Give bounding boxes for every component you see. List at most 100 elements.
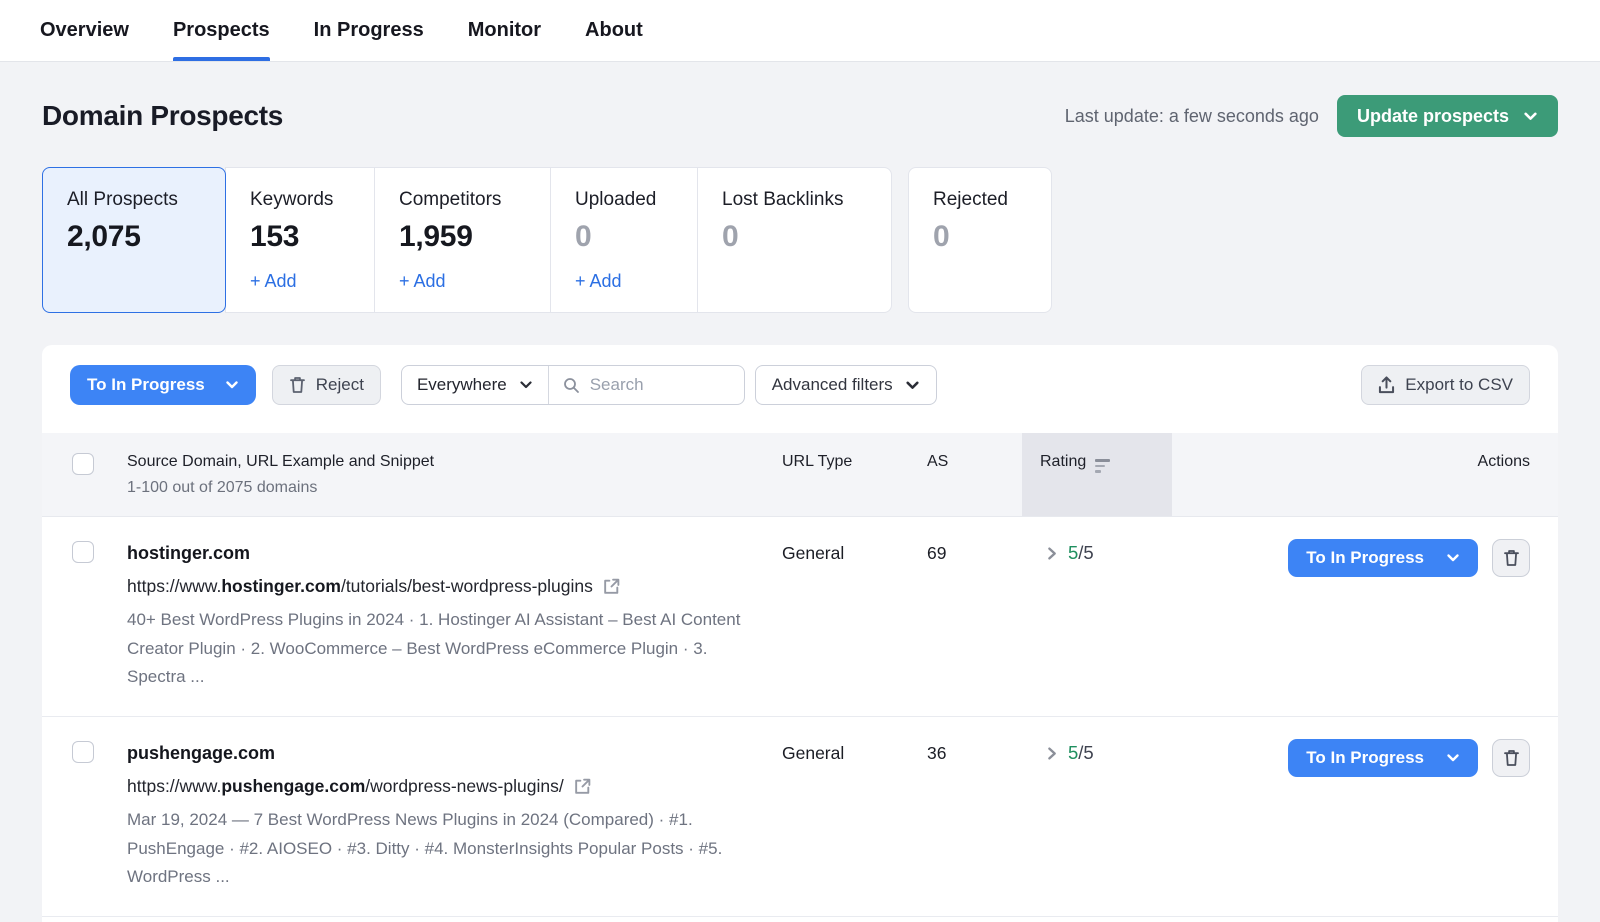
chevron-down-icon — [905, 378, 920, 393]
url-path[interactable]: /tutorials/best-wordpress-plugins — [341, 576, 593, 597]
url-snippet: 40+ Best WordPress Plugins in 2024 · 1. … — [127, 610, 741, 686]
tab-overview[interactable]: Overview — [40, 0, 129, 61]
export-icon — [1378, 376, 1395, 394]
add-competitors-link[interactable]: + Add — [399, 271, 446, 292]
url-example: https://www. hostinger.com/tutorials/best… — [127, 576, 782, 597]
url-domain[interactable]: hostinger.com — [221, 576, 341, 597]
trash-icon — [289, 376, 306, 394]
url-type-value: General — [782, 543, 845, 563]
tab-prospects[interactable]: Prospects — [172, 0, 270, 61]
table-row: pushengage.com https://www. pushengage.co… — [42, 717, 1558, 917]
url-type-value: General — [782, 743, 845, 763]
card-label: Uploaded — [575, 189, 657, 210]
to-in-progress-bulk-label: To In Progress — [87, 375, 205, 394]
card-value: 0 — [722, 220, 739, 253]
card-uploaded[interactable]: Uploaded 0 + Add — [550, 167, 698, 313]
column-rating-header[interactable]: Rating — [1022, 433, 1172, 516]
card-all-prospects[interactable]: All Prospects 2,075 — [42, 167, 226, 313]
column-rating-label: Rating — [1040, 453, 1087, 470]
delete-row-button[interactable] — [1492, 739, 1530, 777]
search-box — [549, 366, 744, 404]
url-path[interactable]: /wordpress-news-plugins/ — [365, 776, 563, 797]
column-url-type-header[interactable]: URL Type — [782, 433, 927, 516]
card-label: All Prospects — [67, 189, 178, 210]
select-all-checkbox[interactable] — [72, 453, 94, 475]
url-prefix[interactable]: https://www. — [127, 776, 221, 797]
to-in-progress-row-label: To In Progress — [1306, 748, 1424, 767]
search-scope-select[interactable]: Everywhere — [402, 366, 549, 404]
url-example: https://www. pushengage.com/wordpress-new… — [127, 776, 782, 797]
tab-in-progress[interactable]: In Progress — [314, 0, 424, 61]
export-to-csv-label: Export to CSV — [1405, 375, 1513, 394]
card-label: Rejected — [933, 189, 1008, 210]
search-icon — [563, 377, 580, 394]
export-to-csv-button[interactable]: Export to CSV — [1361, 365, 1530, 405]
card-rejected[interactable]: Rejected 0 — [908, 167, 1052, 313]
table-row: hostinger.com https://www. hostinger.com /… — [42, 517, 1558, 717]
update-prospects-button[interactable]: Update prospects — [1336, 95, 1558, 137]
card-value: 0 — [575, 220, 592, 253]
chevron-down-icon — [225, 378, 239, 392]
to-in-progress-row-label: To In Progress — [1306, 548, 1424, 567]
tab-monitor[interactable]: Monitor — [468, 0, 541, 61]
to-in-progress-row-button[interactable]: To In Progress — [1288, 739, 1478, 777]
to-in-progress-row-button[interactable]: To In Progress — [1288, 539, 1478, 577]
authority-score-value: 69 — [927, 543, 947, 563]
page-header: Domain Prospects Last update: a few seco… — [0, 62, 1600, 137]
reject-button[interactable]: Reject — [271, 365, 381, 405]
trash-icon — [1503, 549, 1520, 567]
chevron-down-icon — [1446, 551, 1460, 565]
rating-value: 5/5 — [1068, 742, 1094, 763]
source-domain[interactable]: hostinger.com — [127, 543, 782, 564]
expand-rating-icon[interactable] — [1044, 546, 1059, 561]
card-value: 0 — [933, 220, 950, 253]
card-value: 1,959 — [399, 220, 473, 253]
tab-about[interactable]: About — [585, 0, 643, 61]
card-value: 2,075 — [67, 220, 141, 253]
sort-descending-icon — [1095, 459, 1111, 473]
table-toolbar: To In Progress Reject Everywhere Search … — [42, 345, 1558, 405]
update-prospects-label: Update prospects — [1356, 105, 1509, 126]
source-domain[interactable]: pushengage.com — [127, 743, 782, 764]
url-domain[interactable]: pushengage.com — [221, 776, 365, 797]
page-title: Domain Prospects — [42, 100, 284, 131]
result-range-text: 1-100 out of 2075 domains — [127, 479, 318, 496]
add-uploaded-link[interactable]: + Add — [575, 271, 622, 292]
rating-value: 5/5 — [1068, 542, 1094, 563]
url-prefix[interactable]: https://www. — [127, 576, 221, 597]
card-label: Competitors — [399, 189, 502, 210]
chevron-down-icon — [1446, 751, 1460, 765]
search-scope-value: Everywhere — [416, 375, 507, 394]
external-link-icon[interactable] — [602, 577, 621, 596]
delete-row-button[interactable] — [1492, 539, 1530, 577]
reject-label: Reject — [315, 375, 364, 394]
card-lost-backlinks[interactable]: Lost Backlinks 0 — [697, 167, 892, 313]
trash-icon — [1503, 749, 1520, 767]
url-snippet: Mar 19, 2024 — 7 Best WordPress News Plu… — [127, 810, 723, 886]
last-update-text: Last update: a few seconds ago — [1064, 105, 1319, 126]
to-in-progress-bulk-button[interactable]: To In Progress — [70, 365, 256, 405]
row-checkbox[interactable] — [72, 741, 94, 763]
card-label: Keywords — [250, 189, 334, 210]
row-checkbox[interactable] — [72, 541, 94, 563]
authority-score-value: 36 — [927, 743, 947, 763]
advanced-filters-button[interactable]: Advanced filters — [754, 365, 937, 405]
column-source-header: Source Domain, URL Example and Snippet — [127, 453, 435, 470]
advanced-filters-label: Advanced filters — [771, 375, 893, 394]
add-keywords-link[interactable]: + Add — [250, 271, 297, 292]
chevron-down-icon — [519, 378, 533, 392]
search-control: Everywhere — [400, 365, 745, 405]
card-label: Lost Backlinks — [722, 189, 844, 210]
expand-rating-icon[interactable] — [1044, 746, 1059, 761]
column-as-header[interactable]: AS — [927, 433, 1022, 516]
external-link-icon[interactable] — [573, 777, 592, 796]
search-input[interactable] — [589, 375, 730, 395]
card-competitors[interactable]: Competitors 1,959 + Add — [374, 167, 551, 313]
table-header-row: Source Domain, URL Example and Snippet 1… — [42, 433, 1558, 517]
card-value: 153 — [250, 220, 300, 253]
chevron-down-icon — [1523, 109, 1538, 124]
prospect-source-cards: All Prospects 2,075 Keywords 153 + Add C… — [0, 137, 1600, 313]
prospects-table-card: To In Progress Reject Everywhere Search … — [42, 345, 1558, 922]
card-keywords[interactable]: Keywords 153 + Add — [225, 167, 375, 313]
column-actions-header: Actions — [1477, 453, 1530, 470]
